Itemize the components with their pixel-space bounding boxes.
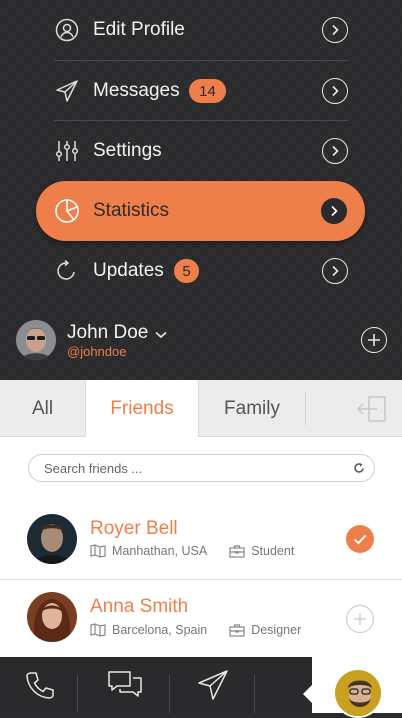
divider xyxy=(169,675,170,713)
chevron-right-icon[interactable] xyxy=(322,258,348,284)
friend-name[interactable]: Anna Smith xyxy=(90,596,188,618)
friend-meta: Manhathan, USA Student xyxy=(90,544,294,558)
menu-item-settings[interactable]: Settings xyxy=(54,121,348,181)
user-name[interactable]: John Doe xyxy=(67,322,148,344)
menu-item-statistics[interactable]: Statistics xyxy=(36,181,365,241)
friend-location: Manhathan, USA xyxy=(112,544,208,558)
map-icon xyxy=(90,544,106,558)
bottom-nav xyxy=(0,657,402,718)
chevron-right-icon[interactable] xyxy=(322,78,348,104)
refresh-icon xyxy=(54,258,80,284)
search-input[interactable] xyxy=(42,458,332,478)
chevron-right-icon[interactable] xyxy=(321,198,347,224)
tab-friends[interactable]: Friends xyxy=(85,380,199,438)
pie-chart-icon xyxy=(54,198,80,224)
user-icon xyxy=(54,17,80,43)
menu-item-label: Updates xyxy=(93,260,164,281)
unread-count-badge: 14 xyxy=(189,79,226,103)
briefcase-icon xyxy=(229,544,245,558)
user-handle: @johndoe xyxy=(67,344,127,359)
sliders-icon xyxy=(54,138,80,164)
side-menu: Edit Profile Messages 14 Settings Statis… xyxy=(0,0,402,380)
add-friend-button[interactable] xyxy=(346,605,374,633)
current-user: John Doe @johndoe xyxy=(0,302,402,380)
map-icon xyxy=(90,623,106,637)
list-item[interactable]: Royer Bell Manhathan, USA Student xyxy=(0,501,402,579)
chevron-down-icon[interactable] xyxy=(155,326,167,344)
active-indicator xyxy=(303,685,312,703)
menu-item-updates[interactable]: Updates 5 xyxy=(54,241,348,301)
phone-icon[interactable] xyxy=(15,657,65,713)
avatar[interactable] xyxy=(16,320,56,360)
friend-role: Student xyxy=(251,544,295,558)
paper-plane-icon[interactable] xyxy=(188,657,238,713)
menu-item-messages[interactable]: Messages 14 xyxy=(54,61,348,121)
menu-item-label: Messages xyxy=(93,80,180,101)
add-icon[interactable] xyxy=(361,327,387,353)
chevron-right-icon[interactable] xyxy=(322,138,348,164)
briefcase-icon xyxy=(229,623,245,637)
menu-item-label: Edit Profile xyxy=(93,19,185,40)
chat-icon[interactable] xyxy=(100,657,150,713)
menu-item-label: Settings xyxy=(93,140,162,161)
list-item[interactable]: Anna Smith Barcelona, Spain Designer xyxy=(0,580,402,658)
divider xyxy=(77,675,78,713)
divider xyxy=(305,392,306,425)
paper-plane-icon xyxy=(54,78,80,104)
tab-family[interactable]: Family xyxy=(199,380,305,437)
logout-icon[interactable] xyxy=(340,380,402,437)
friend-role: Designer xyxy=(251,623,302,637)
divider xyxy=(254,675,255,713)
refresh-icon[interactable] xyxy=(353,461,365,479)
friend-name[interactable]: Royer Bell xyxy=(90,518,178,540)
tab-all[interactable]: All xyxy=(0,380,85,437)
avatar[interactable] xyxy=(333,668,383,718)
chevron-right-icon[interactable] xyxy=(322,17,348,43)
update-count-badge: 5 xyxy=(174,259,199,283)
avatar xyxy=(27,592,77,642)
friend-location: Barcelona, Spain xyxy=(112,623,208,637)
menu-item-edit-profile[interactable]: Edit Profile xyxy=(54,0,348,60)
search-box xyxy=(28,454,375,482)
tab-bar: All Friends Family xyxy=(0,380,402,438)
menu-item-label: Statistics xyxy=(93,200,170,221)
avatar xyxy=(27,514,77,564)
added-check-button[interactable] xyxy=(346,525,374,553)
friend-meta: Barcelona, Spain Designer xyxy=(90,623,301,637)
friends-panel: Royer Bell Manhathan, USA Student xyxy=(0,437,402,657)
